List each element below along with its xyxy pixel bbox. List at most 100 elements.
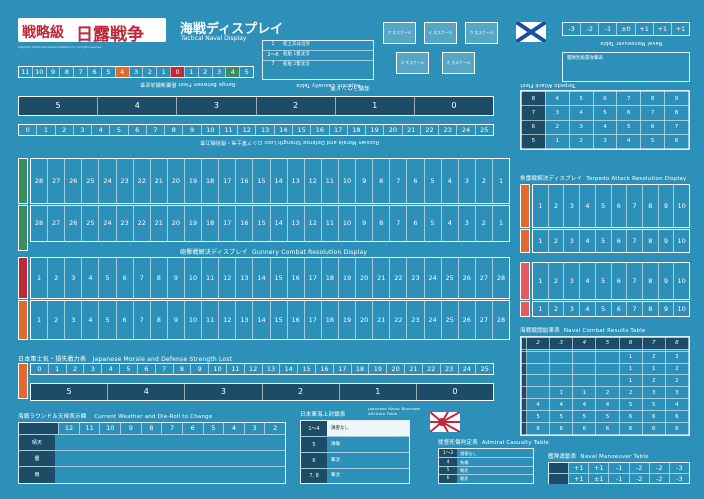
morale-major-cell[interactable]: 3: [176, 97, 255, 115]
gunnery-cell[interactable]: 5: [98, 301, 115, 339]
jp-morale-cell[interactable]: 17: [332, 364, 351, 374]
gunnery-cell[interactable]: 18: [201, 159, 218, 203]
gunnery-cell[interactable]: 24: [98, 206, 115, 241]
torpedo-cell[interactable]: 10: [673, 185, 689, 227]
torpedo-cell[interactable]: 6: [610, 263, 627, 299]
jp-morale-cell[interactable]: 25: [475, 364, 493, 374]
torpedo-cell[interactable]: 10: [673, 230, 689, 252]
morale-cell[interactable]: 4: [91, 125, 109, 135]
gunnery-cell[interactable]: 28: [491, 258, 509, 298]
weather-cell[interactable]: 12: [58, 423, 79, 434]
range-cell[interactable]: 8: [59, 67, 73, 77]
jp-morale-cell[interactable]: 9: [190, 364, 208, 374]
morale-cell[interactable]: 20: [383, 125, 401, 135]
gunnery-cell[interactable]: 27: [474, 258, 492, 298]
morale-cell[interactable]: 12: [237, 125, 255, 135]
weather-cell[interactable]: 5: [202, 423, 224, 434]
torpedo-cell[interactable]: 7: [626, 302, 642, 316]
gunnery-cell[interactable]: 21: [372, 258, 389, 298]
torpedo-cell[interactable]: 10: [673, 263, 689, 299]
gunnery-cell[interactable]: 12: [303, 159, 321, 203]
torpedo-cell[interactable]: 2: [547, 185, 564, 227]
gunnery-cell[interactable]: 9: [166, 301, 184, 339]
gunnery-cell[interactable]: 23: [115, 206, 133, 241]
morale-cell[interactable]: 13: [255, 125, 273, 135]
gunnery-cell[interactable]: 5: [423, 206, 441, 241]
gunnery-cell[interactable]: 3: [64, 301, 81, 339]
engagement-box-a[interactable]: ア 大スケール: [383, 22, 416, 44]
torpedo-cell[interactable]: 6: [610, 230, 627, 252]
gunnery-cell[interactable]: 18: [320, 301, 338, 339]
gunnery-cell[interactable]: 25: [81, 206, 98, 241]
gunnery-cell[interactable]: 4: [81, 258, 98, 298]
torpedo-cell[interactable]: 5: [594, 263, 611, 299]
torpedo-cell[interactable]: 1: [533, 302, 548, 316]
weather-cell[interactable]: 7: [161, 423, 182, 434]
weather-cell[interactable]: 10: [99, 423, 120, 434]
jp-morale-cell[interactable]: 3: [83, 364, 101, 374]
gunnery-cell[interactable]: 26: [457, 301, 475, 339]
gunnery-cell[interactable]: 18: [320, 258, 338, 298]
morale-cell[interactable]: 24: [456, 125, 474, 135]
gunnery-cell[interactable]: 28: [31, 159, 47, 203]
torpedo-cell[interactable]: 5: [594, 185, 611, 227]
gunnery-cell[interactable]: 21: [372, 301, 389, 339]
gunnery-cell[interactable]: 8: [149, 258, 167, 298]
jp-morale-cell[interactable]: 5: [119, 364, 137, 374]
gunnery-cell[interactable]: 6: [406, 206, 423, 241]
jp-morale-cell[interactable]: 10: [208, 364, 226, 374]
weather-cell[interactable]: 9: [120, 423, 141, 434]
jp-morale-cell[interactable]: 21: [404, 364, 422, 374]
range-cell[interactable]: 2: [197, 67, 212, 77]
jp-morale-cell[interactable]: 12: [243, 364, 262, 374]
gunnery-cell[interactable]: 23: [115, 159, 133, 203]
engagement-box-d[interactable]: エ 大スケール: [396, 52, 429, 74]
gunnery-cell[interactable]: 2: [47, 258, 64, 298]
torpedo-cell[interactable]: 4: [579, 185, 595, 227]
range-cell[interactable]: 4: [114, 67, 129, 77]
gunnery-cell[interactable]: 4: [81, 301, 98, 339]
jp-morale-cell[interactable]: 16: [315, 364, 333, 374]
weather-cell[interactable]: 2: [264, 423, 285, 434]
gunnery-cell[interactable]: 18: [201, 206, 218, 241]
morale-cell[interactable]: 5: [109, 125, 127, 135]
gunnery-cell[interactable]: 2: [474, 159, 492, 203]
gunnery-cell[interactable]: 3: [457, 159, 475, 203]
morale-cell[interactable]: 9: [182, 125, 200, 135]
gunnery-cell[interactable]: 23: [406, 258, 423, 298]
gunnery-cell[interactable]: 28: [31, 206, 47, 241]
gunnery-cell[interactable]: 22: [389, 258, 406, 298]
gunnery-cell[interactable]: 10: [337, 206, 355, 241]
gunnery-cell[interactable]: 21: [149, 159, 167, 203]
range-cell[interactable]: 1: [156, 67, 170, 77]
engagement-box-b[interactable]: イ 大スケール: [424, 22, 457, 44]
morale-cell[interactable]: 10: [200, 125, 219, 135]
gunnery-cell[interactable]: 3: [64, 258, 81, 298]
gunnery-cell[interactable]: 8: [149, 301, 167, 339]
range-cell[interactable]: 1: [183, 67, 198, 77]
gunnery-cell[interactable]: 25: [440, 301, 458, 339]
gunnery-cell[interactable]: 10: [183, 258, 201, 298]
gunnery-cell[interactable]: 16: [235, 206, 252, 241]
range-cell[interactable]: 9: [45, 67, 60, 77]
gunnery-cell[interactable]: 15: [269, 258, 287, 298]
torpedo-cell[interactable]: 4: [579, 230, 595, 252]
jp-morale-cell[interactable]: 14: [279, 364, 297, 374]
torpedo-cell[interactable]: 1: [533, 263, 548, 299]
jp-major-cell[interactable]: 1: [338, 384, 416, 400]
jp-morale-cell[interactable]: 2: [65, 364, 84, 374]
gunnery-cell[interactable]: 7: [132, 258, 150, 298]
jp-major-cell[interactable]: 0: [415, 384, 493, 400]
weather-cell[interactable]: 6: [181, 423, 203, 434]
gunnery-cell[interactable]: 8: [372, 206, 389, 241]
range-cell[interactable]: 2: [142, 67, 156, 77]
gunnery-cell[interactable]: 22: [132, 159, 150, 203]
gunnery-cell[interactable]: 25: [81, 159, 98, 203]
gunnery-cell[interactable]: 11: [320, 206, 338, 241]
torpedo-cell[interactable]: 3: [563, 302, 579, 316]
gunnery-cell[interactable]: 26: [457, 258, 475, 298]
engagement-box-e[interactable]: オ 大スケール: [442, 52, 475, 74]
gunnery-cell[interactable]: 20: [355, 301, 372, 339]
gunnery-cell[interactable]: 9: [355, 206, 372, 241]
jp-morale-cell[interactable]: 1: [47, 364, 66, 374]
